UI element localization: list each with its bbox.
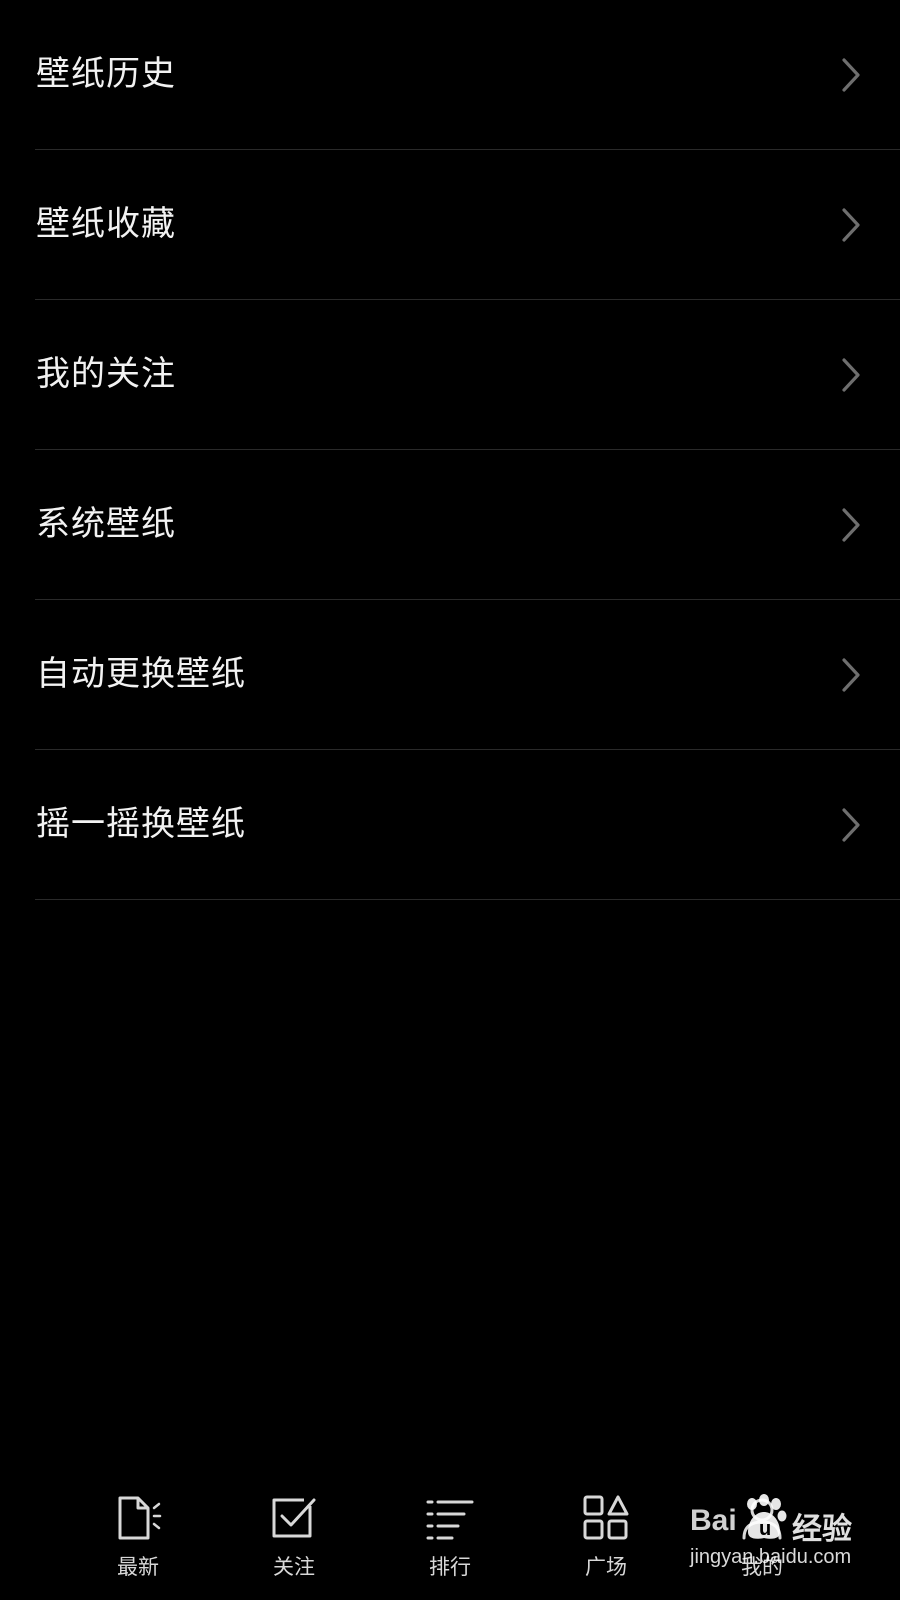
menu-item-label: 壁纸历史 (36, 53, 176, 94)
menu-item-label: 系统壁纸 (36, 503, 176, 544)
new-document-icon (114, 1494, 162, 1542)
menu-item-wallpaper-history[interactable]: 壁纸历史 (35, 0, 900, 150)
menu-item-my-follows[interactable]: 我的关注 (35, 300, 900, 450)
menu-item-label: 壁纸收藏 (36, 203, 176, 244)
tab-label: 最新 (117, 1555, 159, 1579)
ranking-list-icon (426, 1494, 474, 1542)
bottom-navigation-bar: 最新 关注 排行 广场 我的 (0, 1472, 900, 1600)
menu-item-label: 自动更换壁纸 (36, 653, 246, 694)
tab-square[interactable]: 广场 (546, 1472, 666, 1600)
menu-item-label: 我的关注 (36, 353, 176, 394)
tab-label: 排行 (429, 1555, 471, 1579)
tab-label: 广场 (585, 1555, 627, 1579)
tab-follow[interactable]: 关注 (234, 1472, 354, 1600)
chevron-right-icon (840, 657, 862, 693)
profile-icon (738, 1494, 786, 1542)
chevron-right-icon (840, 507, 862, 543)
menu-item-shake-change-wallpaper[interactable]: 摇一摇换壁纸 (35, 750, 900, 900)
tab-latest[interactable]: 最新 (78, 1472, 198, 1600)
tab-ranking[interactable]: 排行 (390, 1472, 510, 1600)
tab-label: 我的 (741, 1555, 783, 1579)
tab-mine[interactable]: 我的 (702, 1472, 822, 1600)
chevron-right-icon (840, 807, 862, 843)
menu-item-system-wallpaper[interactable]: 系统壁纸 (35, 450, 900, 600)
menu-item-auto-change-wallpaper[interactable]: 自动更换壁纸 (35, 600, 900, 750)
chevron-right-icon (840, 207, 862, 243)
checkbox-icon (270, 1494, 318, 1542)
menu-item-label: 摇一摇换壁纸 (36, 803, 246, 844)
settings-menu-list: 壁纸历史 壁纸收藏 我的关注 系统壁纸 自动更换壁纸 摇一摇换壁纸 (0, 0, 900, 900)
chevron-right-icon (840, 357, 862, 393)
menu-item-wallpaper-favorites[interactable]: 壁纸收藏 (35, 150, 900, 300)
square-shapes-icon (582, 1494, 630, 1542)
chevron-right-icon (840, 57, 862, 93)
tab-label: 关注 (273, 1555, 315, 1579)
